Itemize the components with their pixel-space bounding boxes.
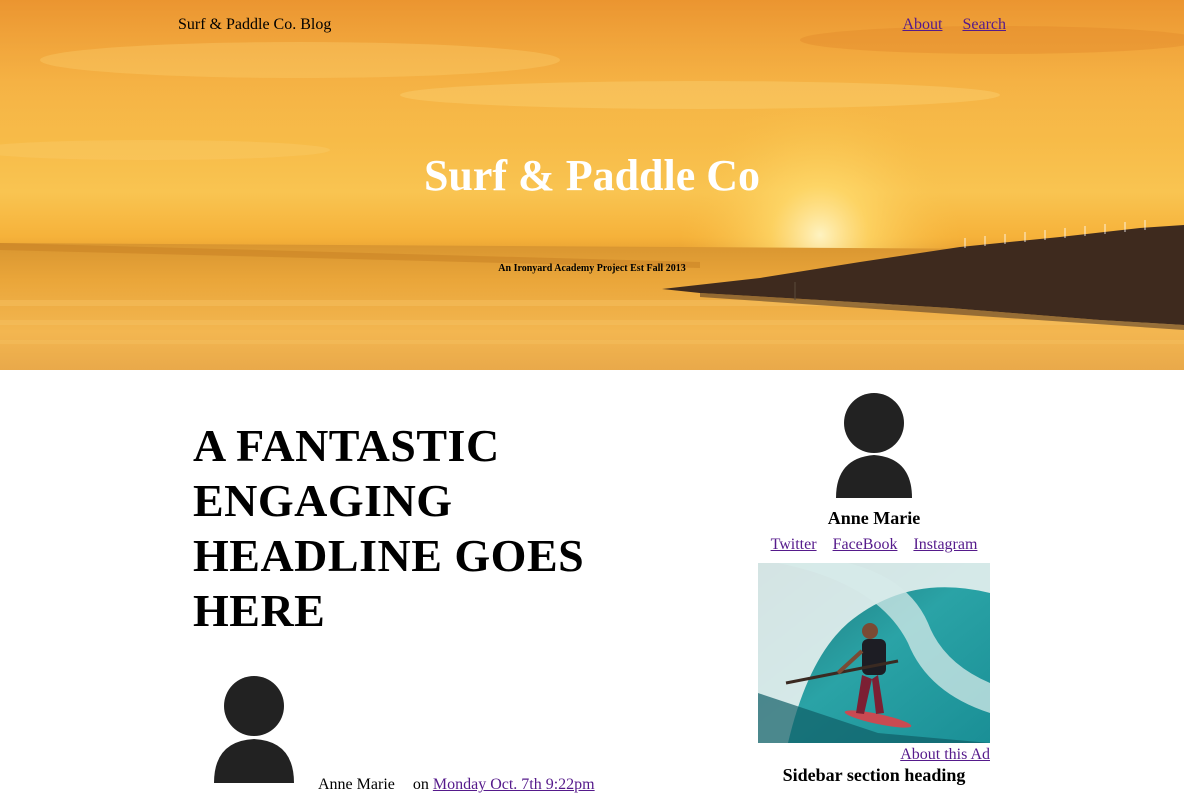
hero-subtitle: An Ironyard Academy Project Est Fall 201…: [498, 263, 686, 274]
hero-banner: Surf & Paddle Co. Blog About Search Surf…: [0, 0, 1184, 370]
facebook-link[interactable]: FaceBook: [833, 536, 898, 553]
post-byline: Anne Marie on Monday Oct. 7th 9:22pm: [318, 776, 595, 794]
ad-image-paddleboard-surfer[interactable]: [758, 563, 990, 743]
site-name-link[interactable]: Surf & Paddle Co. Blog: [178, 16, 331, 34]
sidebar-section-heading: Sidebar section heading: [782, 765, 966, 785]
top-nav: About Search: [902, 16, 1006, 34]
post-author-name: Anne Marie: [318, 776, 395, 793]
nav-about-link[interactable]: About: [902, 16, 942, 34]
twitter-link[interactable]: Twitter: [771, 536, 817, 553]
hero-title: Surf & Paddle Co: [423, 151, 761, 200]
post-headline: A FANTASTIC ENGAGING HEADLINE GOES HERE: [193, 420, 585, 636]
sidebar-social-links: Twitter FaceBook Instagram: [758, 536, 990, 554]
user-avatar-icon: [836, 393, 912, 498]
sidebar-author-name: Anne Marie: [827, 508, 921, 528]
nav-search-link[interactable]: Search: [962, 16, 1006, 34]
user-avatar-icon: [214, 676, 294, 783]
instagram-link[interactable]: Instagram: [913, 536, 977, 553]
about-this-ad-link[interactable]: About this Ad: [758, 746, 990, 764]
post-date-link[interactable]: Monday Oct. 7th 9:22pm: [433, 776, 595, 793]
post-on-label: on: [412, 776, 429, 793]
